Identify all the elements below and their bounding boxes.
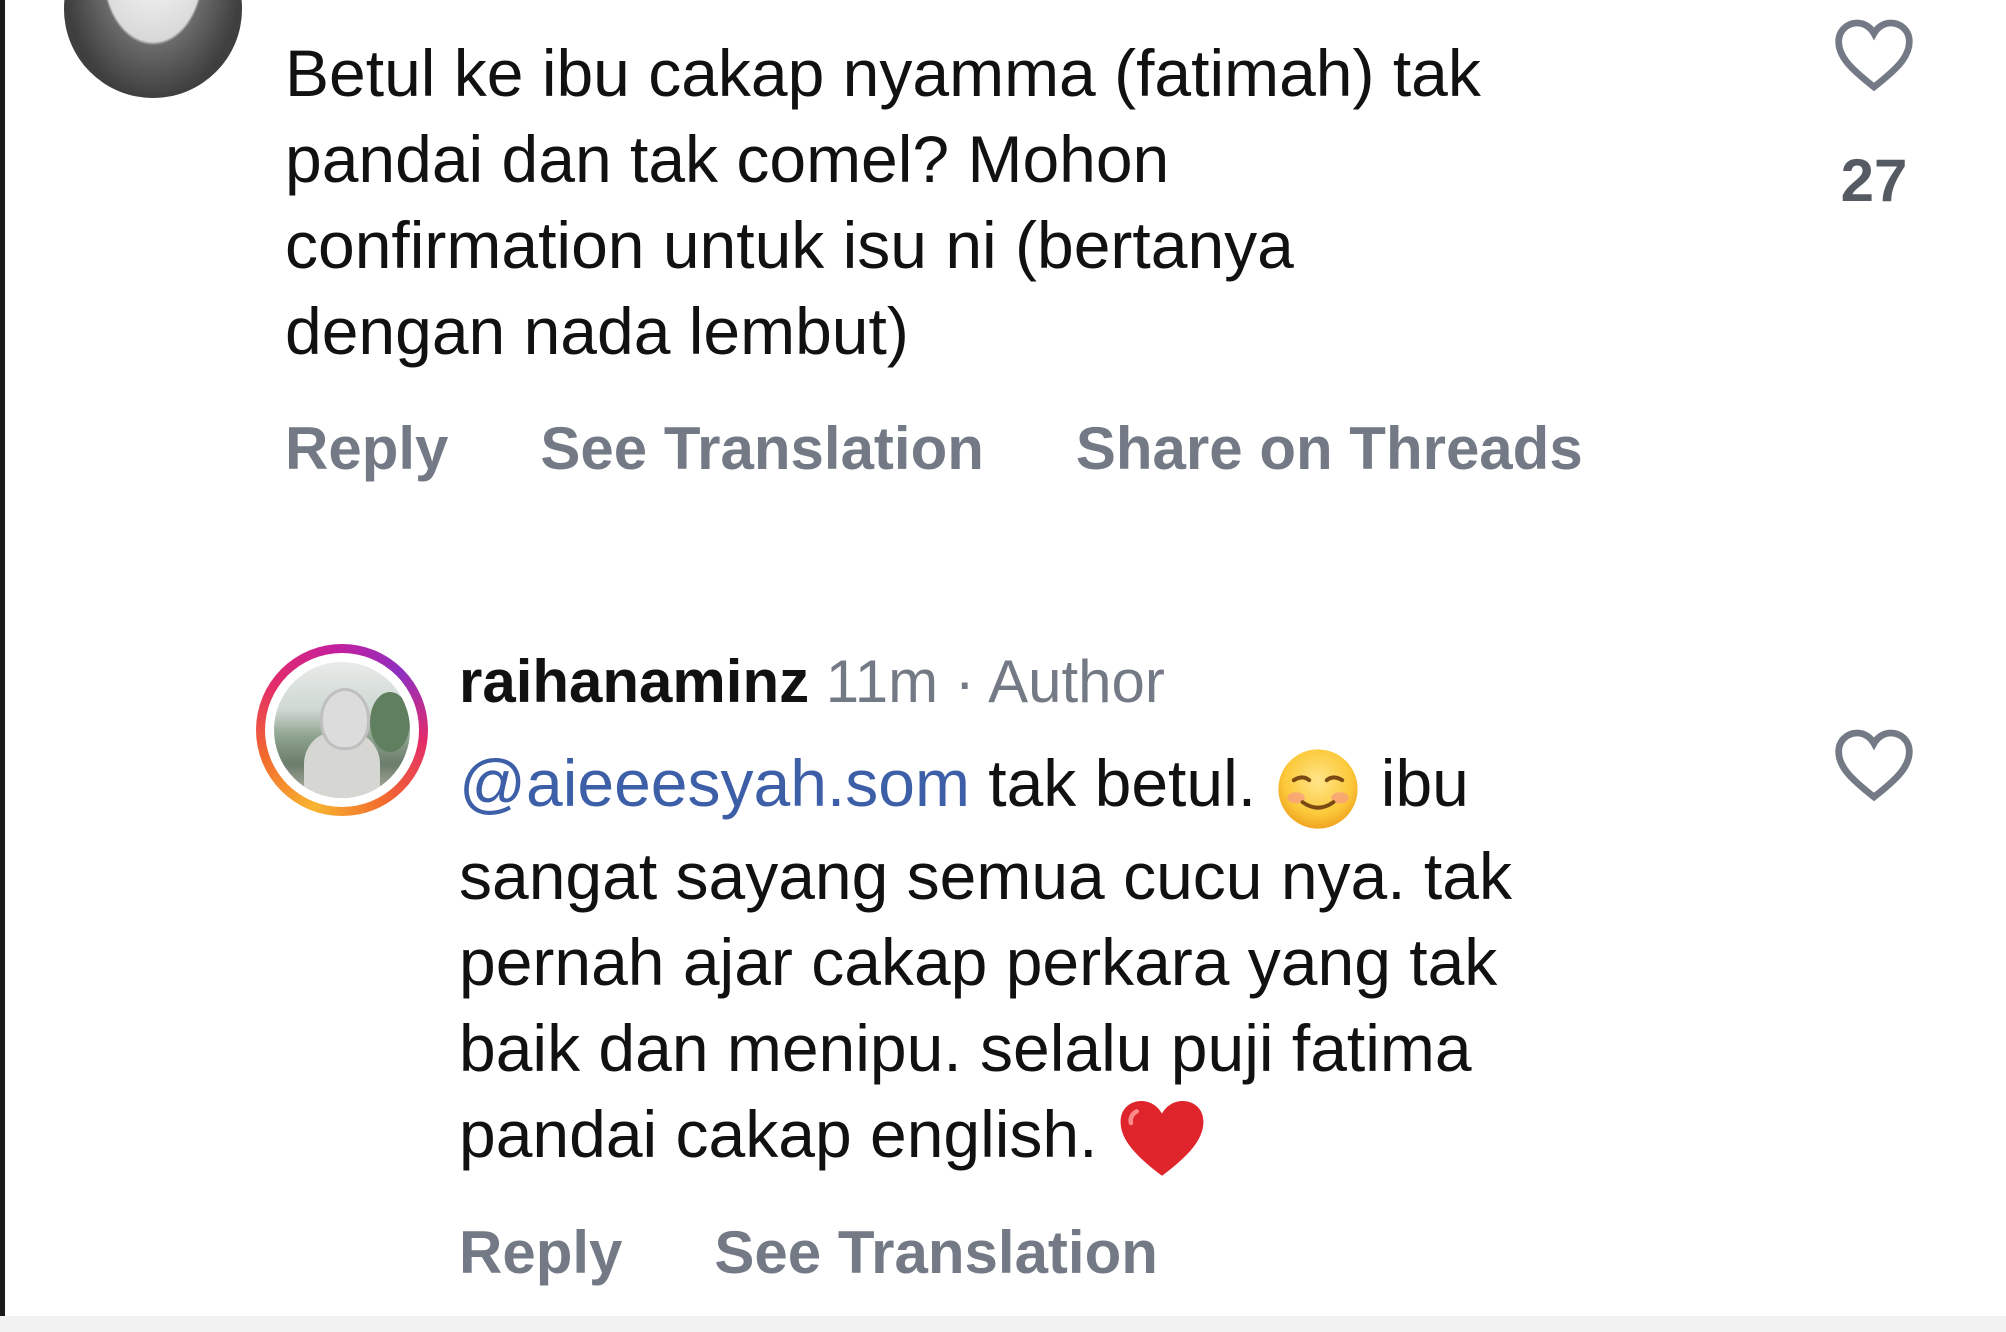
author-avatar — [274, 662, 410, 798]
reply-header: raihanaminz 11m · Author — [459, 644, 1165, 720]
author-avatar-story-ring[interactable] — [256, 644, 428, 816]
share-on-threads-button[interactable]: Share on Threads — [1076, 414, 1583, 483]
timestamp: 11m — [825, 648, 939, 715]
red-heart-emoji-icon — [1120, 1101, 1204, 1176]
reply-button[interactable]: Reply — [459, 1218, 622, 1287]
see-translation-button[interactable]: See Translation — [714, 1218, 1158, 1287]
avatar-photo-detail — [64, 0, 242, 98]
reply-text-part: tak betul. — [969, 746, 1275, 820]
reply-text: @aieeesyah.som tak betul. ibu sangat say… — [459, 740, 1759, 1185]
meta-separator: · — [954, 648, 975, 715]
like-count: 27 — [1840, 147, 1908, 214]
see-translation-button[interactable]: See Translation — [540, 414, 984, 483]
author-badge: Author — [988, 648, 1165, 715]
left-edge-divider — [0, 0, 5, 1332]
smiling-face-emoji-icon — [1278, 748, 1359, 829]
comment-text: Betul ke ibu cakap nyamma (fatimah) tak … — [285, 36, 1481, 368]
reply-button[interactable]: Reply — [285, 414, 448, 483]
reply-actions: Reply See Translation — [459, 1218, 1250, 1287]
like-heart-icon[interactable] — [1832, 18, 1916, 92]
like-heart-icon[interactable] — [1832, 728, 1916, 802]
bottom-divider — [0, 1316, 2006, 1332]
comment-actions: Reply See Translation Share on Threads — [285, 414, 1675, 483]
username[interactable]: raihanaminz — [459, 648, 809, 715]
mention-link[interactable]: @aieeesyah.som — [459, 746, 970, 820]
commenter-avatar[interactable] — [64, 0, 242, 98]
